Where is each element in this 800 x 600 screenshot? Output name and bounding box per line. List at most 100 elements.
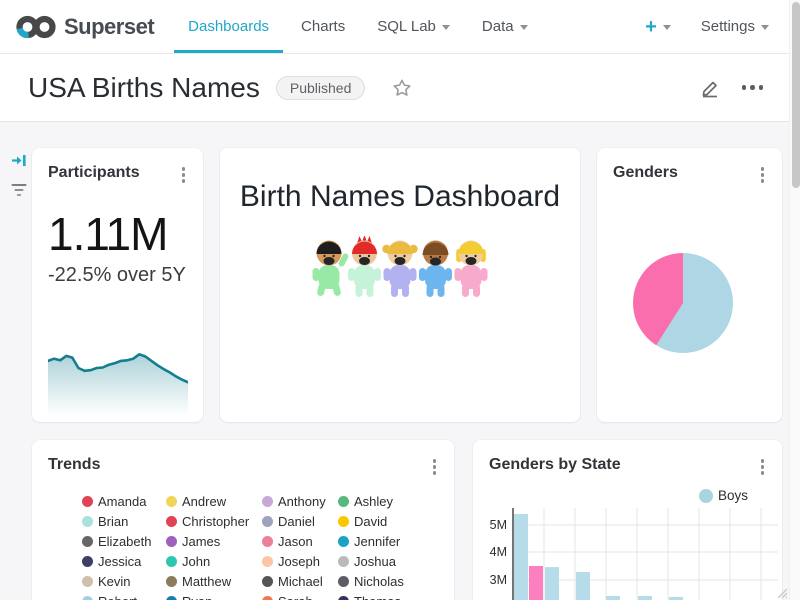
legend-dot bbox=[166, 536, 177, 547]
legend-label: Brian bbox=[98, 514, 128, 529]
nav-item-charts[interactable]: Charts bbox=[285, 0, 361, 53]
legend-item-boys[interactable]: Boys bbox=[699, 488, 748, 503]
nav-item-label: Dashboards bbox=[188, 18, 269, 35]
participants-sparkline-chart[interactable] bbox=[48, 346, 188, 416]
legend-item-jessica[interactable]: Jessica bbox=[82, 552, 166, 572]
filter-icon[interactable] bbox=[10, 183, 28, 198]
legend-item-joshua[interactable]: Joshua bbox=[338, 552, 428, 572]
big-number-delta: -22.5% over 5Y bbox=[32, 258, 203, 287]
bar-girls-1[interactable] bbox=[529, 566, 543, 600]
kebab-menu-icon[interactable] bbox=[429, 456, 441, 478]
legend-item-nicholas[interactable]: Nicholas bbox=[338, 572, 428, 592]
card-title: Participants bbox=[48, 164, 140, 182]
y-tick-label: 3M bbox=[490, 573, 507, 587]
bar-boys-4[interactable] bbox=[606, 596, 620, 600]
legend-label: Jason bbox=[278, 534, 313, 549]
bar-boys-3[interactable] bbox=[576, 572, 590, 600]
participants-card: Participants 1.11M -22.5% over 5Y bbox=[32, 148, 203, 422]
legend-label: Boys bbox=[718, 488, 748, 503]
chevron-down-icon bbox=[663, 25, 671, 30]
legend-label: David bbox=[354, 514, 387, 529]
legend-item-andrew[interactable]: Andrew bbox=[166, 492, 262, 512]
nav-item-data[interactable]: Data bbox=[466, 0, 544, 53]
legend-item-david[interactable]: David bbox=[338, 512, 428, 532]
legend-item-joseph[interactable]: Joseph bbox=[262, 552, 338, 572]
genders-by-state-bar-chart[interactable]: 5M 4M 3M bbox=[473, 508, 782, 600]
legend-label: Jennifer bbox=[354, 534, 400, 549]
legend-label: John bbox=[182, 554, 210, 569]
more-actions-button[interactable] bbox=[742, 85, 764, 90]
legend-item-daniel[interactable]: Daniel bbox=[262, 512, 338, 532]
legend-item-michael[interactable]: Michael bbox=[262, 572, 338, 592]
legend-item-sarah[interactable]: Sarah bbox=[262, 592, 338, 600]
legend-item-jennifer[interactable]: Jennifer bbox=[338, 532, 428, 552]
legend-item-matthew[interactable]: Matthew bbox=[166, 572, 262, 592]
legend-dot bbox=[338, 576, 349, 587]
chevron-down-icon bbox=[520, 25, 528, 30]
nav-right: + Settings bbox=[645, 0, 789, 53]
legend-item-ashley[interactable]: Ashley bbox=[338, 492, 428, 512]
legend-dot bbox=[262, 556, 273, 567]
legend-dot bbox=[338, 516, 349, 527]
legend-item-james[interactable]: James bbox=[166, 532, 262, 552]
pencil-icon bbox=[698, 76, 722, 100]
kebab-menu-icon[interactable] bbox=[178, 164, 190, 186]
legend-item-brian[interactable]: Brian bbox=[82, 512, 166, 532]
legend-label: Anthony bbox=[278, 494, 326, 509]
legend-dot bbox=[338, 536, 349, 547]
chevron-down-icon bbox=[761, 25, 769, 30]
legend-dot bbox=[166, 496, 177, 507]
bar-boys-2[interactable] bbox=[545, 567, 559, 600]
published-badge[interactable]: Published bbox=[276, 76, 366, 100]
legend-item-christopher[interactable]: Christopher bbox=[166, 512, 262, 532]
legend-item-anthony[interactable]: Anthony bbox=[262, 492, 338, 512]
resize-handle[interactable] bbox=[774, 585, 787, 598]
legend-dot bbox=[262, 516, 273, 527]
vertical-scrollbar[interactable] bbox=[789, 0, 800, 600]
nav-item-dashboards[interactable]: Dashboards bbox=[172, 0, 285, 53]
superset-logo[interactable]: Superset bbox=[0, 0, 164, 53]
legend-label: Elizabeth bbox=[98, 534, 151, 549]
legend-label: Joshua bbox=[354, 554, 396, 569]
legend-dot bbox=[82, 496, 93, 507]
legend-item-amanda[interactable]: Amanda bbox=[82, 492, 166, 512]
genders-by-state-card: Genders by State Boys 5M bbox=[473, 440, 782, 600]
legend-dot bbox=[166, 516, 177, 527]
expand-filter-bar-icon[interactable] bbox=[11, 152, 28, 169]
legend-label: Ryan bbox=[182, 594, 212, 600]
legend-item-robert[interactable]: Robert bbox=[82, 592, 166, 600]
star-icon bbox=[391, 77, 413, 99]
legend-item-kevin[interactable]: Kevin bbox=[82, 572, 166, 592]
legend-dot bbox=[262, 496, 273, 507]
kebab-menu-icon[interactable] bbox=[757, 456, 769, 478]
legend-label: Jessica bbox=[98, 554, 141, 569]
ellipsis-icon bbox=[742, 85, 747, 90]
settings-label: Settings bbox=[701, 18, 755, 35]
legend-dot bbox=[166, 556, 177, 567]
legend-item-ryan[interactable]: Ryan bbox=[166, 592, 262, 600]
legend-dot bbox=[82, 536, 93, 547]
favorite-button[interactable] bbox=[391, 77, 413, 99]
legend-label: Joseph bbox=[278, 554, 320, 569]
bar-boys-5[interactable] bbox=[638, 596, 652, 600]
new-item-button[interactable]: + bbox=[645, 17, 671, 37]
legend-item-jason[interactable]: Jason bbox=[262, 532, 338, 552]
card-title: Genders by State bbox=[489, 456, 621, 474]
legend-label: James bbox=[182, 534, 220, 549]
legend-item-elizabeth[interactable]: Elizabeth bbox=[82, 532, 166, 552]
settings-menu[interactable]: Settings bbox=[701, 18, 769, 35]
legend-label: Sarah bbox=[278, 594, 313, 600]
edit-dashboard-button[interactable] bbox=[698, 76, 722, 100]
legend-dot bbox=[338, 596, 349, 600]
bar-boys-0[interactable] bbox=[514, 514, 528, 600]
kebab-menu-icon[interactable] bbox=[757, 164, 769, 186]
nav-item-sql-lab[interactable]: SQL Lab bbox=[361, 0, 466, 53]
genders-pie-chart[interactable] bbox=[633, 253, 733, 353]
scrollbar-thumb[interactable] bbox=[792, 2, 800, 188]
legend-label: Kevin bbox=[98, 574, 131, 589]
dashboard-grid: Participants 1.11M -22.5% over 5Y Birth … bbox=[0, 122, 800, 600]
legend-label: Robert bbox=[98, 594, 137, 600]
legend-label: Matthew bbox=[182, 574, 231, 589]
legend-item-thomas[interactable]: Thomas bbox=[338, 592, 428, 600]
legend-item-john[interactable]: John bbox=[166, 552, 262, 572]
